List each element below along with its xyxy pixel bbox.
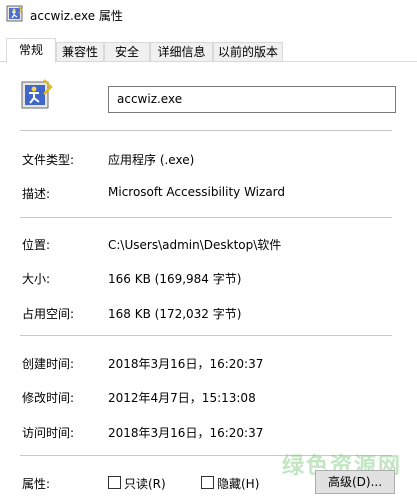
accessibility-wizard-icon <box>6 5 23 22</box>
divider <box>20 335 392 336</box>
tab-compatibility[interactable]: 兼容性 <box>56 42 104 62</box>
divider <box>20 217 392 218</box>
tab-strip: 常规 兼容性 安全 详细信息 以前的版本 <box>0 38 417 63</box>
hidden-checkbox[interactable] <box>201 476 214 489</box>
attributes-label: 属性: <box>22 477 51 491</box>
accessed-label: 访问时间: <box>22 426 75 440</box>
file-name-input[interactable]: accwiz.exe <box>108 86 396 113</box>
modified-value: 2012年4月7日，15:13:08 <box>108 391 256 405</box>
tab-details[interactable]: 详细信息 <box>150 42 213 62</box>
size-value: 166 KB (169,984 字节) <box>108 272 242 286</box>
advanced-button[interactable]: 高级(D)... <box>315 470 395 494</box>
hidden-checkbox-label[interactable]: 隐藏(H) <box>217 475 259 492</box>
file-type-label: 文件类型: <box>22 153 75 167</box>
divider <box>20 130 392 131</box>
created-label: 创建时间: <box>22 357 75 371</box>
location-label: 位置: <box>22 238 51 252</box>
window-title: accwiz.exe 属性 <box>30 9 123 23</box>
size-on-disk-value: 168 KB (172,032 字节) <box>108 307 242 321</box>
created-value: 2018年3月16日，16:20:37 <box>108 357 264 371</box>
size-label: 大小: <box>22 272 51 286</box>
readonly-checkbox-label[interactable]: 只读(R) <box>124 475 166 492</box>
tab-security[interactable]: 安全 <box>104 42 150 62</box>
accessed-value: 2018年3月16日，16:20:37 <box>108 426 264 440</box>
location-value: C:\Users\admin\Desktop\软件 <box>108 238 282 252</box>
description-label: 描述: <box>22 187 51 201</box>
description-value: Microsoft Accessibility Wizard <box>108 185 286 199</box>
tab-previous-versions[interactable]: 以前的版本 <box>213 42 283 62</box>
title-bar: accwiz.exe 属性 <box>0 0 417 30</box>
readonly-checkbox[interactable] <box>108 476 121 489</box>
modified-label: 修改时间: <box>22 391 75 405</box>
tab-general[interactable]: 常规 <box>6 38 56 63</box>
file-type-value: 应用程序 (.exe) <box>108 153 195 167</box>
size-on-disk-label: 占用空间: <box>22 307 75 321</box>
accessibility-wizard-icon <box>21 79 53 109</box>
